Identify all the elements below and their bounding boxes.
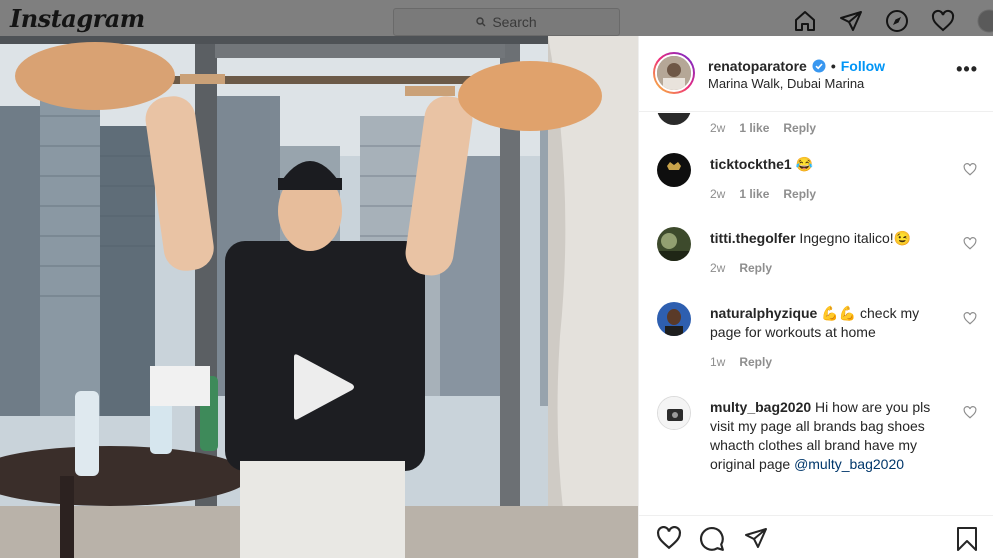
comment-item: ticktockthe1 😂 2w 1 like Reply — [657, 153, 977, 213]
comment-username[interactable]: titti.thegolfer — [710, 230, 796, 246]
comment-text: naturalphyzique 💪💪 check my page for wor… — [710, 304, 950, 342]
top-navigation: Instagram Search — [0, 0, 993, 36]
commenter-avatar[interactable] — [657, 153, 691, 187]
post-header: renatoparatore • Follow Marina Walk, Dub… — [639, 36, 993, 112]
commenter-avatar[interactable] — [657, 113, 691, 125]
comment-item: 2w 1 like Reply — [657, 113, 977, 135]
author-line: renatoparatore • Follow — [708, 58, 885, 74]
direct-icon[interactable] — [839, 9, 863, 33]
home-icon[interactable] — [793, 9, 817, 33]
comment-item: titti.thegolfer Ingegno italico!😉 2w Rep… — [657, 227, 977, 287]
like-comment-heart-icon[interactable] — [963, 163, 977, 176]
profile-avatar[interactable] — [977, 9, 993, 33]
comment-username[interactable]: multy_bag2020 — [710, 399, 811, 415]
comment-body: Ingegno italico!😉 — [795, 230, 912, 246]
play-icon[interactable] — [290, 353, 356, 421]
comment-item: naturalphyzique 💪💪 check my page for wor… — [657, 302, 977, 382]
like-heart-icon[interactable] — [656, 526, 682, 550]
follow-button[interactable]: Follow — [841, 58, 885, 74]
author-username[interactable]: renatoparatore — [708, 58, 807, 74]
reply-button[interactable]: Reply — [739, 261, 772, 275]
comment-username[interactable]: ticktockthe1 — [710, 156, 792, 172]
commenter-avatar[interactable] — [657, 302, 691, 336]
search-icon — [476, 17, 486, 27]
comment-age: 2w — [710, 121, 726, 135]
comment-mention-link[interactable]: @multy_bag2020 — [794, 456, 904, 472]
explore-icon[interactable] — [885, 9, 909, 33]
comment-meta: 2w 1 like Reply — [710, 187, 816, 201]
activity-heart-icon[interactable] — [931, 9, 955, 33]
comment-meta: 2w 1 like Reply — [710, 121, 816, 135]
share-direct-icon[interactable] — [743, 526, 769, 550]
reply-button[interactable]: Reply — [783, 121, 816, 135]
commenter-avatar[interactable] — [657, 227, 691, 261]
author-avatar[interactable] — [653, 52, 695, 94]
comment-age: 1w — [710, 355, 726, 369]
post-video[interactable] — [0, 36, 638, 558]
nav-icons — [790, 8, 993, 34]
post-actions — [639, 515, 993, 558]
like-comment-heart-icon[interactable] — [963, 312, 977, 325]
comment-bubble-icon[interactable] — [699, 526, 725, 552]
comment-meta: 1w Reply — [710, 355, 772, 369]
like-comment-heart-icon[interactable] — [963, 237, 977, 250]
comment-age: 2w — [710, 261, 726, 275]
comment-meta: 2w Reply — [710, 261, 772, 275]
search-placeholder: Search — [492, 14, 537, 30]
comment-likes[interactable]: 1 like — [739, 121, 769, 135]
verified-badge-icon — [812, 59, 826, 73]
commenter-avatar[interactable] — [657, 396, 691, 430]
reply-button[interactable]: Reply — [739, 355, 772, 369]
comment-age: 2w — [710, 187, 726, 201]
comment-username[interactable]: naturalphyzique — [710, 305, 817, 321]
comment-likes[interactable]: 1 like — [739, 187, 769, 201]
instagram-logo[interactable]: Instagram — [10, 4, 145, 33]
comment-text: titti.thegolfer Ingegno italico!😉 — [710, 229, 950, 248]
comment-text: ticktockthe1 😂 — [710, 155, 950, 174]
post-side-panel: renatoparatore • Follow Marina Walk, Dub… — [638, 36, 993, 558]
comment-body: 😂 — [791, 156, 814, 172]
search-input[interactable]: Search — [393, 8, 620, 36]
post-location[interactable]: Marina Walk, Dubai Marina — [708, 76, 864, 91]
video-frame — [0, 36, 638, 558]
reply-button[interactable]: Reply — [783, 187, 816, 201]
comments-list: 2w 1 like Reply ticktockthe1 😂 2w 1 like… — [639, 113, 993, 523]
more-options-button[interactable]: ••• — [956, 59, 978, 80]
save-bookmark-icon[interactable] — [955, 526, 979, 552]
separator-dot: • — [830, 58, 836, 74]
like-comment-heart-icon[interactable] — [963, 406, 977, 419]
comment-item: multy_bag2020 Hi how are you pls visit m… — [657, 396, 977, 506]
comment-text: multy_bag2020 Hi how are you pls visit m… — [710, 398, 950, 474]
